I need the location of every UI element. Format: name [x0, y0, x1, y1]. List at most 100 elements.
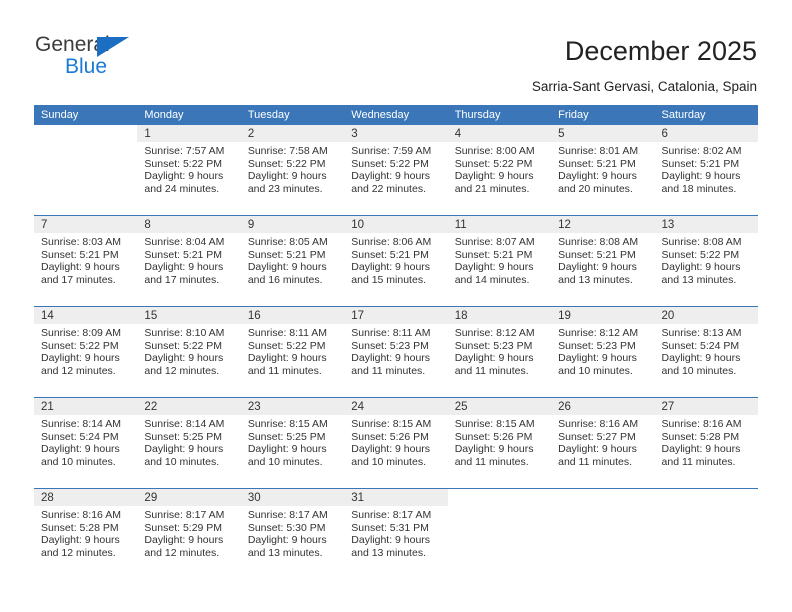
day-cell-inner: 27 Sunrise: 8:16 AM Sunset: 5:28 PM Dayligh…	[654, 398, 758, 488]
calendar-day-cell[interactable]: 3 Sunrise: 7:59 AM Sunset: 5:22 PM Daylight…	[344, 125, 448, 216]
calendar-day-cell[interactable]: 25 Sunrise: 8:15 AM Sunset: 5:26 PM Dayligh…	[447, 397, 552, 489]
day-details: Sunrise: 8:02 AM Sunset: 5:21 PM Daylight:…	[655, 142, 758, 195]
calendar-day-cell[interactable]: 23 Sunrise: 8:15 AM Sunset: 5:25 PM Dayligh…	[240, 397, 345, 489]
calendar-day-cell[interactable]: 15 Sunrise: 8:10 AM Sunset: 5:22 PM Dayligh…	[137, 306, 241, 398]
sunrise-time: Sunrise: 8:01 AM	[558, 145, 639, 157]
day-details	[34, 142, 137, 145]
calendar-day-cell[interactable]: 24 Sunrise: 8:15 AM Sunset: 5:26 PM Dayligh…	[344, 397, 448, 489]
sunset-time: Sunset: 5:26 PM	[454, 430, 533, 443]
daylight-duration-line1: Daylight: 9 hours	[454, 261, 534, 274]
sunrise-time: Sunrise: 8:17 AM	[247, 509, 328, 521]
calendar-day-cell-empty	[34, 125, 138, 216]
calendar-day-cell[interactable]: 2 Sunrise: 7:58 AM Sunset: 5:22 PM Daylight…	[240, 125, 345, 216]
day-details: Sunrise: 7:57 AM Sunset: 5:22 PM Daylight:…	[137, 142, 240, 195]
sunset-time: Sunset: 5:23 PM	[454, 339, 533, 352]
day-details: Sunrise: 7:59 AM Sunset: 5:22 PM Daylight:…	[344, 142, 447, 195]
sunrise-time: Sunrise: 8:16 AM	[41, 509, 121, 521]
daylight-duration-line2: and 22 minutes.	[351, 182, 426, 195]
day-cell-inner: 4 Sunrise: 8:00 AM Sunset: 5:22 PM Daylight…	[447, 125, 552, 215]
day-number: 2	[240, 125, 345, 142]
day-details: Sunrise: 8:07 AM Sunset: 5:21 PM Daylight:…	[448, 233, 551, 286]
calendar-day-cell[interactable]: 6 Sunrise: 8:02 AM Sunset: 5:21 PM Daylight…	[654, 125, 758, 216]
calendar-day-cell[interactable]: 11 Sunrise: 8:07 AM Sunset: 5:21 PM Dayligh…	[447, 215, 552, 307]
daylight-duration-line2: and 10 minutes.	[247, 455, 323, 468]
weekday-header-sunday: Sunday	[34, 105, 138, 125]
calendar-day-cell[interactable]: 22 Sunrise: 8:14 AM Sunset: 5:25 PM Dayligh…	[137, 397, 241, 489]
calendar-day-cell[interactable]: 12 Sunrise: 8:08 AM Sunset: 5:21 PM Dayligh…	[551, 215, 655, 307]
calendar-day-cell-empty	[551, 488, 655, 579]
daylight-duration-line1: Daylight: 9 hours	[144, 443, 224, 456]
day-number: 9	[240, 216, 345, 233]
calendar-day-cell[interactable]: 1 Sunrise: 7:57 AM Sunset: 5:22 PM Daylight…	[137, 125, 241, 216]
daylight-duration-line2: and 12 minutes.	[144, 546, 220, 559]
day-details: Sunrise: 8:08 AM Sunset: 5:21 PM Daylight:…	[551, 233, 654, 286]
calendar-day-cell[interactable]: 27 Sunrise: 8:16 AM Sunset: 5:28 PM Dayligh…	[654, 397, 758, 489]
calendar-week-row: 1 Sunrise: 7:57 AM Sunset: 5:22 PM Daylight…	[34, 125, 758, 216]
daylight-duration-line1: Daylight: 9 hours	[144, 170, 224, 183]
day-cell-inner: 20 Sunrise: 8:13 AM Sunset: 5:24 PM Dayligh…	[654, 307, 758, 397]
day-cell-inner: 11 Sunrise: 8:07 AM Sunset: 5:21 PM Dayligh…	[447, 216, 552, 306]
sunset-time: Sunset: 5:27 PM	[558, 430, 636, 443]
day-number: 13	[654, 216, 758, 233]
day-number	[654, 489, 758, 506]
calendar-day-cell[interactable]: 20 Sunrise: 8:13 AM Sunset: 5:24 PM Dayligh…	[654, 306, 758, 398]
daylight-duration-line1: Daylight: 9 hours	[41, 261, 120, 274]
day-number: 6	[654, 125, 758, 142]
day-details: Sunrise: 8:10 AM Sunset: 5:22 PM Daylight:…	[137, 324, 240, 377]
calendar-day-cell[interactable]: 10 Sunrise: 8:06 AM Sunset: 5:21 PM Dayligh…	[344, 215, 448, 307]
sunrise-time: Sunrise: 7:57 AM	[144, 145, 225, 157]
day-number: 8	[137, 216, 241, 233]
calendar-day-cell[interactable]: 16 Sunrise: 8:11 AM Sunset: 5:22 PM Dayligh…	[240, 306, 345, 398]
sunset-time: Sunset: 5:22 PM	[454, 157, 533, 170]
daylight-duration-line2: and 15 minutes.	[351, 273, 426, 286]
sunset-time: Sunset: 5:22 PM	[661, 248, 740, 261]
day-cell-inner	[654, 489, 758, 579]
calendar-day-cell[interactable]: 28 Sunrise: 8:16 AM Sunset: 5:28 PM Dayligh…	[34, 488, 138, 579]
calendar-day-cell[interactable]: 4 Sunrise: 8:00 AM Sunset: 5:22 PM Daylight…	[447, 125, 552, 216]
sunrise-time: Sunrise: 8:17 AM	[351, 509, 432, 521]
day-details: Sunrise: 8:12 AM Sunset: 5:23 PM Daylight:…	[448, 324, 551, 377]
calendar-day-cell[interactable]: 5 Sunrise: 8:01 AM Sunset: 5:21 PM Daylight…	[551, 125, 655, 216]
sunset-time: Sunset: 5:28 PM	[661, 430, 740, 443]
sunrise-time: Sunrise: 8:08 AM	[661, 236, 742, 248]
daylight-duration-line2: and 13 minutes.	[661, 273, 737, 286]
day-cell-inner: 1 Sunrise: 7:57 AM Sunset: 5:22 PM Daylight…	[137, 125, 241, 215]
day-details: Sunrise: 8:15 AM Sunset: 5:25 PM Daylight:…	[241, 415, 344, 468]
day-number: 25	[447, 398, 552, 415]
general-blue-logo[interactable]: General Blue	[35, 33, 155, 83]
calendar-day-cell[interactable]: 13 Sunrise: 8:08 AM Sunset: 5:22 PM Dayligh…	[654, 215, 758, 307]
day-details: Sunrise: 8:03 AM Sunset: 5:21 PM Daylight:…	[34, 233, 137, 286]
sunset-time: Sunset: 5:21 PM	[454, 248, 533, 261]
day-cell-inner: 18 Sunrise: 8:12 AM Sunset: 5:23 PM Dayligh…	[447, 307, 552, 397]
calendar-day-cell[interactable]: 18 Sunrise: 8:12 AM Sunset: 5:23 PM Dayligh…	[447, 306, 552, 398]
calendar-day-cell[interactable]: 8 Sunrise: 8:04 AM Sunset: 5:21 PM Daylight…	[137, 215, 241, 307]
calendar-day-cell[interactable]: 19 Sunrise: 8:12 AM Sunset: 5:23 PM Dayligh…	[551, 306, 655, 398]
calendar-day-cell[interactable]: 21 Sunrise: 8:14 AM Sunset: 5:24 PM Dayligh…	[34, 397, 138, 489]
daylight-duration-line2: and 18 minutes.	[661, 182, 737, 195]
day-number: 14	[34, 307, 138, 324]
calendar-day-cell[interactable]: 7 Sunrise: 8:03 AM Sunset: 5:21 PM Daylight…	[34, 215, 138, 307]
weekday-header-monday: Monday	[137, 105, 241, 125]
sunset-time: Sunset: 5:22 PM	[247, 339, 326, 352]
daylight-duration-line2: and 13 minutes.	[558, 273, 633, 286]
calendar-day-cell[interactable]: 26 Sunrise: 8:16 AM Sunset: 5:27 PM Dayligh…	[551, 397, 655, 489]
daylight-duration-line1: Daylight: 9 hours	[351, 443, 431, 456]
calendar-day-cell[interactable]: 17 Sunrise: 8:11 AM Sunset: 5:23 PM Dayligh…	[344, 306, 448, 398]
sunrise-time: Sunrise: 8:14 AM	[144, 418, 225, 430]
day-number: 11	[447, 216, 552, 233]
sunrise-time: Sunrise: 8:12 AM	[558, 327, 639, 339]
calendar-day-cell-empty	[447, 488, 552, 579]
weekday-header-thursday: Thursday	[447, 105, 552, 125]
daylight-duration-line2: and 10 minutes.	[41, 455, 116, 468]
sunrise-time: Sunrise: 8:03 AM	[41, 236, 121, 248]
weekday-header-wednesday: Wednesday	[344, 105, 448, 125]
calendar-day-cell[interactable]: 30 Sunrise: 8:17 AM Sunset: 5:30 PM Dayligh…	[240, 488, 345, 579]
calendar-day-cell[interactable]: 29 Sunrise: 8:17 AM Sunset: 5:29 PM Dayligh…	[137, 488, 241, 579]
day-cell-inner: 25 Sunrise: 8:15 AM Sunset: 5:26 PM Dayligh…	[447, 398, 552, 488]
day-cell-inner	[447, 489, 552, 579]
sunrise-time: Sunrise: 8:07 AM	[454, 236, 535, 248]
calendar-day-cell[interactable]: 14 Sunrise: 8:09 AM Sunset: 5:22 PM Dayligh…	[34, 306, 138, 398]
calendar-day-cell[interactable]: 9 Sunrise: 8:05 AM Sunset: 5:21 PM Daylight…	[240, 215, 345, 307]
calendar-day-cell[interactable]: 31 Sunrise: 8:17 AM Sunset: 5:31 PM Dayligh…	[344, 488, 448, 579]
daylight-duration-line1: Daylight: 9 hours	[351, 534, 431, 547]
